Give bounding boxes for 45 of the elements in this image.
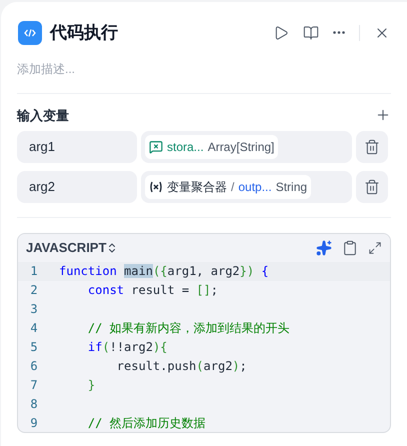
line-number: 2 <box>29 282 39 299</box>
code-icon <box>18 20 42 45</box>
line-number: 7 <box>29 377 39 394</box>
variable-name-field[interactable]: arg1 <box>17 131 137 163</box>
variable-icon <box>149 181 163 193</box>
type-label: String <box>276 179 308 196</box>
code-line: } <box>86 377 96 394</box>
type-label: Array[String] <box>208 139 274 156</box>
code-line: if(!!arg2){ <box>86 339 168 356</box>
variable-name-field[interactable]: arg2 <box>17 171 137 203</box>
code-line: function main({arg1, arg2}) { <box>59 263 269 280</box>
node-name: 变量聚合器 <box>167 179 227 196</box>
description-field[interactable]: 添加描述... <box>17 60 317 78</box>
line-number: 6 <box>29 358 39 375</box>
code-line: // 如果有新内容，添加到结果的开头 <box>86 320 290 337</box>
sparkle-button[interactable] <box>316 240 332 256</box>
path-separator: / <box>231 179 234 196</box>
code-line: const result = []; <box>86 282 218 299</box>
more-button[interactable] <box>333 31 345 34</box>
field-name: stora... <box>167 139 204 156</box>
line-number: 8 <box>29 396 39 413</box>
delete-button[interactable] <box>356 171 388 203</box>
more-icon <box>333 31 345 34</box>
variable-reference-field[interactable]: stora... Array[String] <box>141 131 352 163</box>
line-number: 4 <box>29 320 39 337</box>
field-name: outp... <box>238 179 272 196</box>
line-number: 5 <box>29 339 39 356</box>
delete-button[interactable] <box>356 131 388 163</box>
chat-icon <box>149 140 163 154</box>
expand-button[interactable] <box>368 241 382 255</box>
line-number: 9 <box>29 415 39 432</box>
code-line: // 然后添加历史数据 <box>86 415 206 432</box>
language-selector[interactable]: JAVASCRIPT <box>26 238 118 258</box>
section-title: 输入变量 <box>17 106 69 124</box>
code-line: result.push(arg2); <box>116 358 247 375</box>
code-editor[interactable]: JAVASCRIPT 1 function main({arg1, arg2}) { 2 const result = []; 3 4 // 如果有新内容，添加到结果的开头 5 if(!!arg2){ 6 result.push(arg2); 7 } 8 9 // 然后添加历史数据 <box>17 233 391 433</box>
book-button[interactable] <box>303 24 319 41</box>
variable-reference-field[interactable]: 变量聚合器 / outp... String <box>141 171 352 203</box>
copy-button[interactable] <box>342 240 358 256</box>
trash-icon <box>364 179 380 195</box>
run-button[interactable] <box>273 24 289 41</box>
line-number: 3 <box>29 301 39 318</box>
trash-icon <box>364 139 380 155</box>
line-number: 1 <box>29 263 39 280</box>
node-title: 代码执行 <box>50 22 118 44</box>
